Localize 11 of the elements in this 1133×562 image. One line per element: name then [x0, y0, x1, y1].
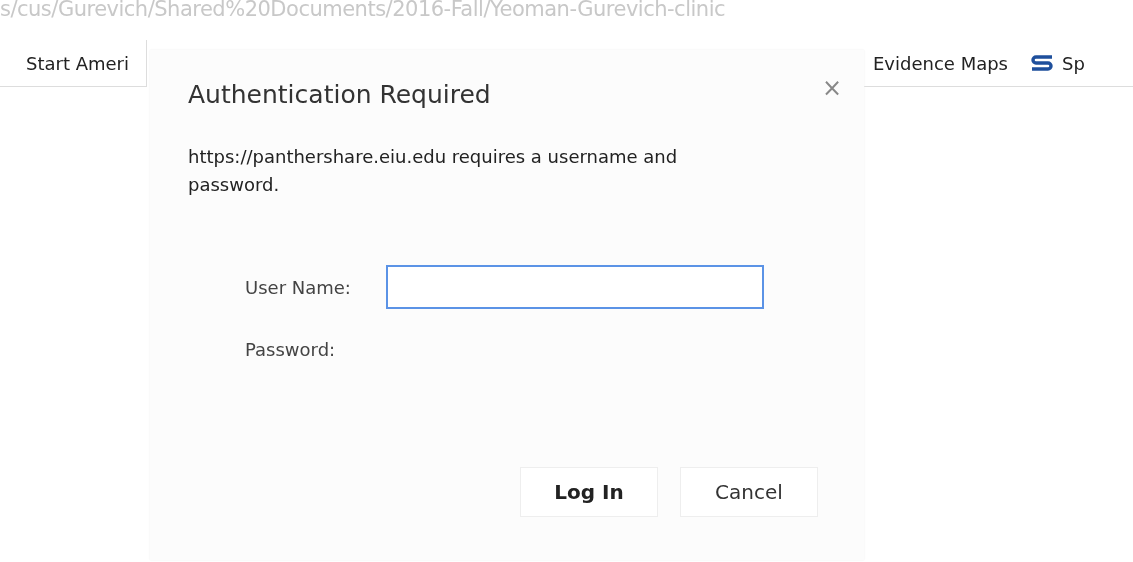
logo-icon [1030, 54, 1054, 72]
dialog-message: https://panthershare.eiu.edu requires a username and password. [188, 145, 679, 197]
bookmark[interactable]: Start Ameri [0, 52, 130, 74]
dialog-button[interactable]: Log In [520, 467, 658, 517]
bookmark[interactable]: Evidence Maps [873, 52, 1008, 74]
input-field[interactable] [386, 265, 764, 309]
field-label: User Name: [245, 276, 351, 298]
bookmark[interactable]: Sp [1030, 52, 1085, 74]
dialog-title: Authentication Required [188, 80, 491, 109]
field-label: Password: [245, 338, 336, 360]
dialog-button[interactable]: Cancel [680, 467, 818, 517]
